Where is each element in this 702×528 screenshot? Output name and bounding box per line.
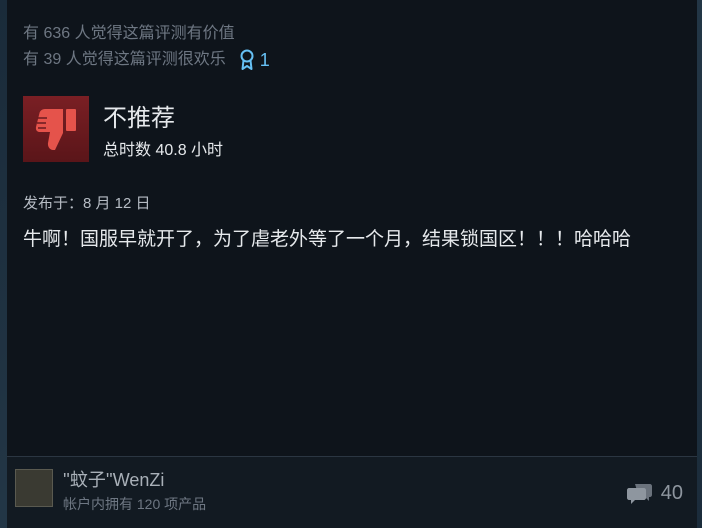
review-card: 有 636 人觉得这篇评测有价值 有 39 人觉得这篇评测很欢乐 1 不推荐 总… <box>7 0 697 528</box>
review-footer: ''蚊子''WenZi 帐户内拥有 120 项产品 40 <box>7 457 697 528</box>
comment-count: 40 <box>660 481 683 504</box>
author-name[interactable]: ''蚊子''WenZi <box>63 469 164 491</box>
hours-played: 总时数 40.8 小时 <box>103 142 224 159</box>
verdict-thumb <box>23 96 89 162</box>
review-body: 牛啊！国服早就开了，为了虐老外等了一个月，结果锁国区！！！哈哈哈 <box>23 229 632 250</box>
award-count: 1 <box>259 50 270 70</box>
verdict-title: 不推荐 <box>103 105 175 132</box>
helpful-count-text: 有 636 人觉得这篇评测有价值 <box>23 25 235 42</box>
funny-row: 有 39 人觉得这篇评测很欢乐 1 <box>23 48 270 72</box>
award-badge[interactable]: 1 <box>240 48 270 72</box>
award-ribbon-icon <box>240 49 254 70</box>
thumbs-down-icon <box>35 109 76 150</box>
author-products: 帐户内拥有 120 项产品 <box>63 496 207 512</box>
posted-date: 发布于：8 月 12 日 <box>23 195 151 212</box>
funny-count-text: 有 39 人觉得这篇评测很欢乐 <box>23 51 226 68</box>
avatar[interactable] <box>15 469 53 507</box>
comments-button[interactable]: 40 <box>626 481 683 505</box>
comment-bubbles-icon <box>626 484 652 504</box>
